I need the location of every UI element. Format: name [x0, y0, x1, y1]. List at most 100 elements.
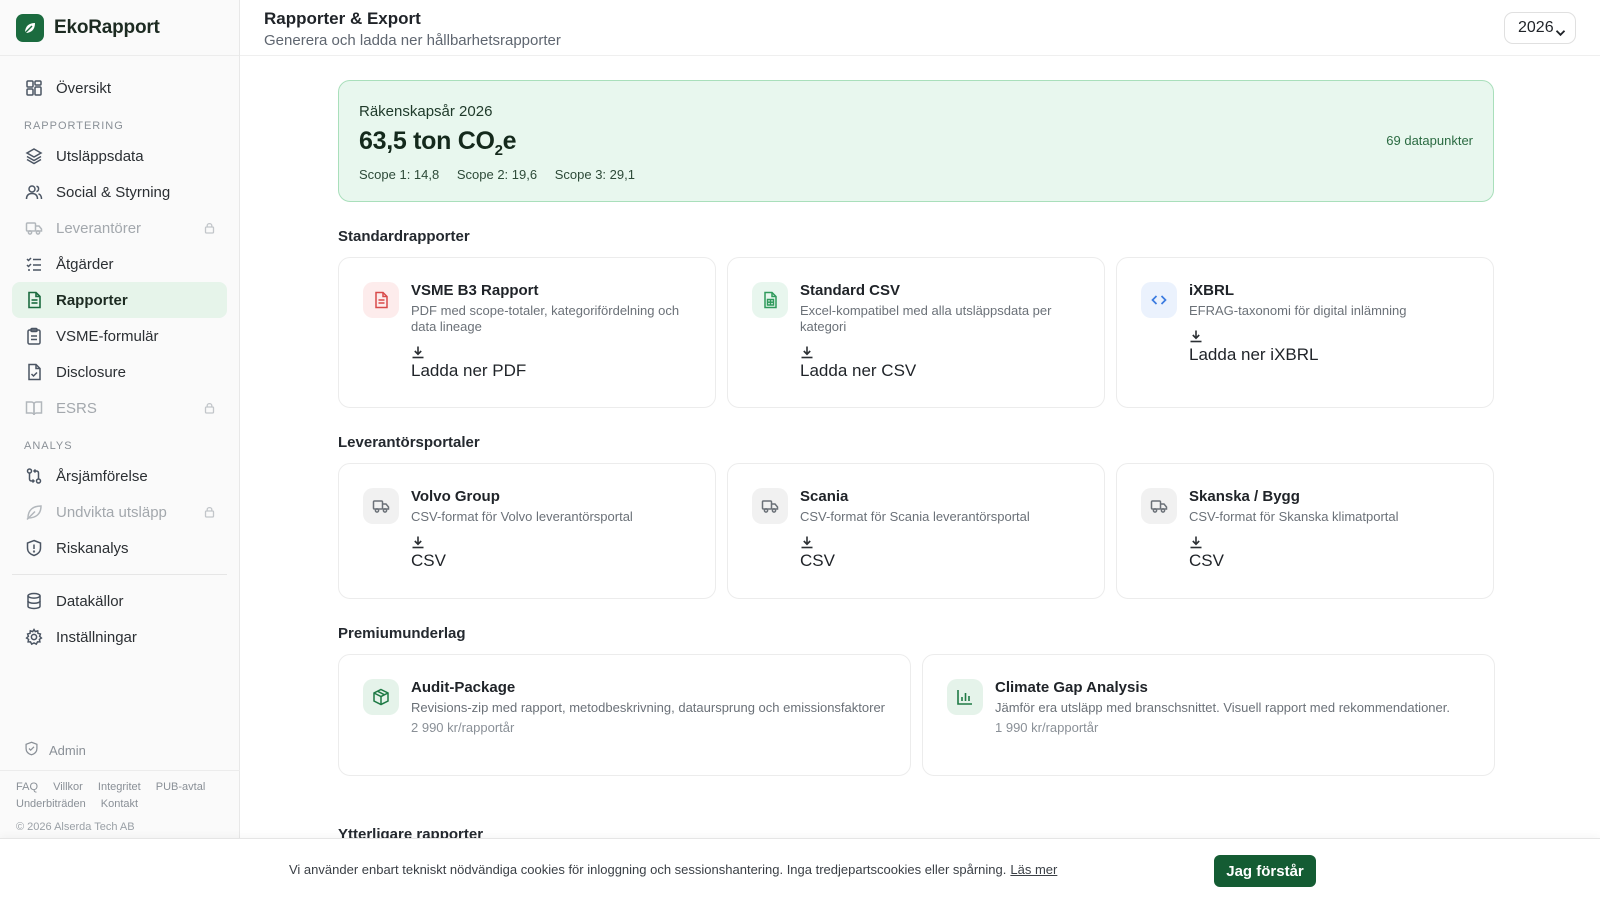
- sidebar-item-admin[interactable]: Admin: [12, 738, 86, 762]
- truck-icon: [1141, 488, 1177, 524]
- sidebar-item-vsme-form[interactable]: VSME-formulär: [12, 318, 227, 354]
- scope1-value: Scope 1: 14,8: [359, 167, 440, 182]
- sidebar-item-overview[interactable]: Översikt: [12, 70, 227, 106]
- portal-card-volvo: Volvo Group CSV-format för Volvo leveran…: [338, 463, 716, 599]
- report-card-ixbrl: iXBRL EFRAG-taxonomi för digital inlämni…: [1116, 257, 1494, 408]
- card-title: iXBRL: [1189, 282, 1234, 299]
- brand[interactable]: EkoRapport: [0, 0, 239, 56]
- sidebar-item-avoided-emissions[interactable]: Undvikta utsläpp: [12, 494, 227, 530]
- download-ixbrl-button[interactable]: Ladda ner iXBRL: [1189, 329, 1318, 365]
- sidebar-item-label: Social & Styrning: [56, 183, 171, 201]
- cookie-banner: Vi använder enbart tekniskt nödvändiga c…: [0, 838, 1600, 900]
- file-text-icon: [24, 290, 44, 310]
- portal-card-scania: Scania CSV-format för Scania leverantörs…: [727, 463, 1105, 599]
- sidebar-item-risk-analysis[interactable]: Riskanalys: [12, 530, 227, 566]
- layers-icon: [24, 146, 44, 166]
- sidebar-item-emissions[interactable]: Utsläppsdata: [12, 138, 227, 174]
- sidebar-item-label: Leverantörer: [56, 219, 142, 237]
- sidebar-item-social[interactable]: Social & Styrning: [12, 174, 227, 210]
- datapoints-count: 69 datapunkter: [1386, 133, 1473, 148]
- lock-icon: [204, 505, 215, 522]
- file-pdf-icon: [363, 282, 399, 318]
- card-title: Standard CSV: [800, 282, 901, 299]
- download-icon: [1189, 329, 1318, 344]
- scope-breakdown: Scope 1: 14,8 Scope 2: 19,6 Scope 3: 29,…: [359, 167, 649, 182]
- download-icon: [411, 345, 526, 360]
- footer-link-contact[interactable]: Kontakt: [101, 798, 138, 810]
- sidebar-item-year-comparison[interactable]: Årsjämförelse: [12, 458, 227, 494]
- download-skanska-csv-button[interactable]: CSV: [1189, 535, 1224, 571]
- page-subtitle: Generera och ladda ner hållbarhetsrappor…: [264, 32, 561, 49]
- footer-link-dpa[interactable]: PUB-avtal: [156, 781, 206, 793]
- footer-link-terms[interactable]: Villkor: [53, 781, 83, 793]
- lock-icon: [204, 221, 215, 238]
- sidebar-item-label: Årsjämförelse: [56, 467, 148, 485]
- nav-section-analysis: ANALYS: [24, 440, 73, 452]
- truck-icon: [752, 488, 788, 524]
- leaf-logo-icon: [16, 13, 44, 42]
- card-title: Audit-Package: [411, 679, 516, 696]
- premium-reports: Audit-Package Revisions-zip med rapport,…: [338, 654, 1495, 776]
- sidebar-item-settings[interactable]: Inställningar: [12, 619, 227, 655]
- footer-link-faq[interactable]: FAQ: [16, 781, 38, 793]
- scope2-value: Scope 2: 19,6: [456, 167, 538, 182]
- download-csv-button[interactable]: Ladda ner CSV: [800, 345, 916, 381]
- download-pdf-button[interactable]: Ladda ner PDF: [411, 345, 526, 381]
- premium-card-audit-package[interactable]: Audit-Package Revisions-zip med rapport,…: [338, 654, 911, 776]
- admin-label: Admin: [49, 742, 86, 758]
- bar-chart-icon: [947, 679, 983, 715]
- report-card-vsme-b3: VSME B3 Rapport PDF med scope-totaler, k…: [338, 257, 716, 408]
- book-open-icon: [24, 398, 44, 418]
- sidebar-item-label: Disclosure: [56, 363, 127, 381]
- sidebar-item-label: Översikt: [56, 79, 112, 97]
- download-label: CSV: [1189, 551, 1224, 570]
- cookie-text: Vi använder enbart tekniskt nödvändiga c…: [289, 862, 1058, 877]
- card-description: CSV-format för Volvo leverantörsportal: [411, 509, 633, 524]
- sidebar-item-label: VSME-formulär: [56, 327, 159, 345]
- card-description: Jämför era utsläpp med branschsnittet. V…: [995, 700, 1450, 715]
- nav-section-reporting: RAPPORTERING: [24, 120, 124, 132]
- cookie-read-more-link[interactable]: Läs mer: [1010, 862, 1057, 877]
- card-price: 1 990 kr/rapportår: [995, 720, 1099, 735]
- sidebar-item-label: Inställningar: [56, 628, 137, 646]
- year-select[interactable]: 2026: [1504, 12, 1576, 44]
- year-select-value: 2026: [1518, 19, 1554, 36]
- sidebar-item-actions[interactable]: Åtgärder: [12, 246, 227, 282]
- sidebar-nav: Översikt RAPPORTERING Utsläppsdata Socia…: [0, 56, 239, 655]
- download-icon: [800, 345, 916, 360]
- sidebar-item-data-sources[interactable]: Datakällor: [12, 583, 227, 619]
- download-icon: [1189, 535, 1224, 550]
- sidebar-item-esrs[interactable]: ESRS: [12, 390, 227, 426]
- sidebar-footer: FAQ Villkor Integritet PUB-avtal Underbi…: [0, 770, 240, 844]
- portal-card-skanska: Skanska / Bygg CSV-format för Skanska kl…: [1116, 463, 1494, 599]
- grid-icon: [24, 78, 44, 98]
- users-icon: [24, 182, 44, 202]
- card-title: Volvo Group: [411, 488, 500, 505]
- sidebar-item-suppliers[interactable]: Leverantörer: [12, 210, 227, 246]
- scope3-value: Scope 3: 29,1: [554, 167, 635, 182]
- card-title: Skanska / Bygg: [1189, 488, 1300, 505]
- download-volvo-csv-button[interactable]: CSV: [411, 535, 446, 571]
- download-scania-csv-button[interactable]: CSV: [800, 535, 835, 571]
- shield-check-icon: [24, 741, 39, 759]
- card-title: Climate Gap Analysis: [995, 679, 1148, 696]
- sidebar-item-label: Riskanalys: [56, 539, 129, 557]
- premium-card-climate-gap[interactable]: Climate Gap Analysis Jämför era utsläpp …: [922, 654, 1495, 776]
- footer-link-privacy[interactable]: Integritet: [98, 781, 141, 793]
- leaf-icon: [24, 502, 44, 522]
- sidebar-item-disclosure[interactable]: Disclosure: [12, 354, 227, 390]
- shield-alert-icon: [24, 538, 44, 558]
- section-title-standard: Standardrapporter: [338, 228, 470, 245]
- report-card-standard-csv: Standard CSV Excel-kompatibel med alla u…: [727, 257, 1105, 408]
- sidebar-item-reports[interactable]: Rapporter: [12, 282, 227, 318]
- sidebar-item-label: Datakällor: [56, 592, 124, 610]
- footer-link-subprocessors[interactable]: Underbiträden: [16, 798, 86, 810]
- lock-icon: [204, 401, 215, 418]
- page-header: Rapporter & Export Generera och ladda ne…: [240, 0, 1600, 56]
- fiscal-year-summary: Räkenskapsår 2026 63,5 ton CO2e Scope 1:…: [338, 80, 1494, 202]
- download-icon: [411, 535, 446, 550]
- section-title-suppliers: Leverantörsportaler: [338, 434, 480, 451]
- cookie-accept-button[interactable]: Jag förstår: [1214, 855, 1316, 887]
- brand-name: EkoRapport: [54, 16, 160, 38]
- summary-label: Räkenskapsår 2026: [359, 103, 493, 120]
